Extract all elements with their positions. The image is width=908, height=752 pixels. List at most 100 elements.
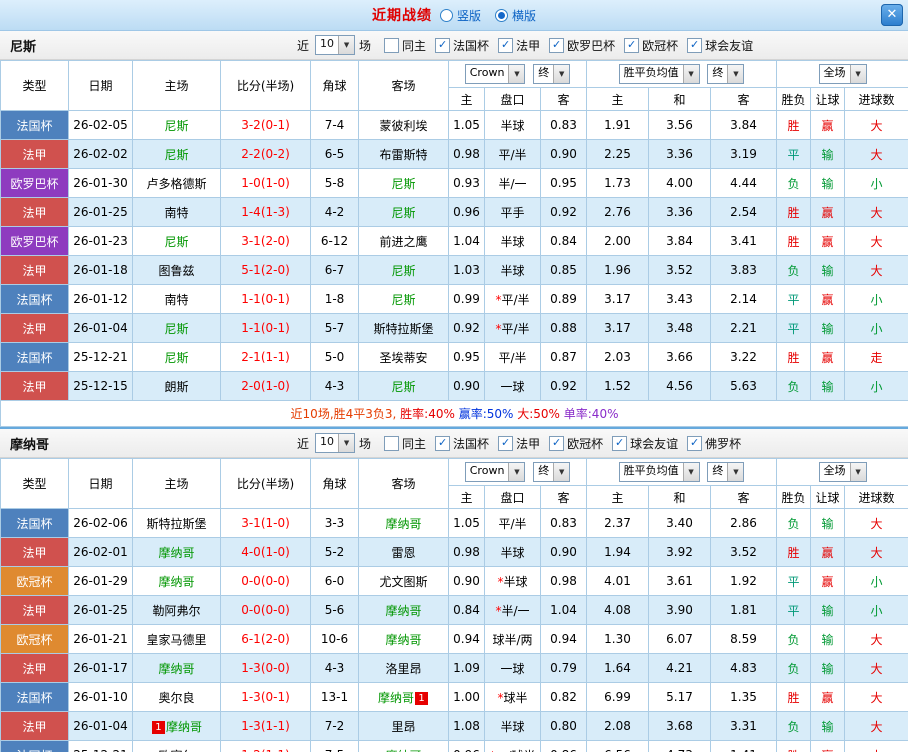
handicap-cell: 平/半 (484, 508, 541, 538)
filter-checkbox-欧冠杯[interactable]: ✓ 欧冠杯 (549, 435, 603, 452)
goals-result-cell: 大 (844, 110, 908, 140)
scope-select[interactable]: 全场 ▼ (818, 462, 867, 482)
bookmaker-select[interactable]: Crown ▼ (464, 64, 526, 84)
filter-checkbox-label: 球会友谊 (705, 38, 754, 53)
home-team-cell: 摩纳哥 (132, 653, 221, 683)
odds-final-select[interactable]: 终 ▼ (533, 462, 571, 482)
filter-checkbox-同主[interactable]: 同主 (384, 37, 426, 54)
sub-header: 客 (539, 87, 588, 111)
date-cell: 26-02-06 (68, 508, 133, 538)
col-header-away: 客场 (358, 60, 449, 111)
competition-cell: 欧冠杯 (0, 624, 69, 654)
filter-checkbox-同主[interactable]: 同主 (384, 435, 426, 452)
avg-header-cell: 胜平负均值 ▼ 终 ▼ (586, 458, 778, 486)
filter-checkbox-球会友谊[interactable]: ✓ 球会友谊 (687, 37, 753, 54)
goals-result-cell: 大 (844, 740, 908, 752)
avg-home-cell: 2.25 (586, 139, 650, 169)
score-cell: 3-2(0-1) (220, 110, 311, 140)
match-row: 法甲 26-01-17 摩纳哥 1-3(0-0) 4-3 洛里昂 1.09 一球 0.79 1.6… (0, 653, 908, 683)
date-cell: 26-01-30 (68, 168, 133, 198)
date-cell: 26-02-05 (68, 110, 133, 140)
team-label: 洛里昂 (385, 661, 422, 676)
home-team-cell: 尼斯 (132, 139, 221, 169)
filter-checkbox-法国杯[interactable]: ✓ 法国杯 (435, 435, 489, 452)
score-cell: 2-1(1-1) (220, 342, 311, 372)
filter-checkbox-法甲[interactable]: ✓ 法甲 (498, 37, 540, 54)
filter-checkbox-label: 法国杯 (453, 38, 490, 53)
asterisk-mark: * (495, 321, 502, 336)
result-cell: 胜 (776, 342, 812, 372)
odds-header-cell: Crown ▼ 终 ▼ (447, 458, 588, 486)
away-team-cell: 摩纳哥 (358, 595, 449, 625)
avg-draw-cell: 3.48 (648, 313, 712, 343)
team-label: 南特 (164, 205, 189, 220)
handicap-cell: 一球 (484, 371, 541, 401)
filter-checkbox-法甲[interactable]: ✓ 法甲 (498, 435, 540, 452)
avg-away-cell: 3.83 (710, 255, 778, 285)
avg-select[interactable]: 胜平负均值 ▼ (618, 462, 700, 482)
filter-checkbox-欧罗巴杯[interactable]: ✓ 欧罗巴杯 (549, 37, 615, 54)
sub-header: 主 (586, 87, 650, 111)
handicap-result-cell: 赢 (810, 682, 846, 712)
layout-radio-vertical[interactable]: 竖版 (439, 7, 481, 24)
close-button[interactable]: ✕ (881, 4, 903, 26)
avg-home-cell: 6.56 (586, 740, 650, 752)
score-cell: 4-0(1-0) (220, 537, 311, 567)
team-label: 摩纳哥 (158, 545, 195, 560)
result-cell: 胜 (776, 110, 812, 140)
avg-home-cell: 4.01 (586, 566, 650, 596)
odds-final-select[interactable]: 终 ▼ (533, 64, 571, 84)
filter-checkbox-球会友谊[interactable]: ✓ 球会友谊 (612, 435, 678, 452)
checkbox-checked-icon: ✓ (549, 435, 565, 451)
layout-radio-horizontal[interactable]: 横版 (495, 7, 536, 24)
result-cell: 胜 (776, 682, 812, 712)
filter-checkbox-佛罗杯[interactable]: ✓ 佛罗杯 (687, 435, 741, 452)
avg-final-select[interactable]: 终 ▼ (707, 64, 745, 84)
handicap-cell: 半/一 (484, 168, 541, 198)
sub-header: 盘口 (484, 485, 541, 509)
avg-draw-cell: 5.17 (648, 682, 712, 712)
goals-result-cell: 大 (844, 537, 908, 567)
result-cell: 平 (776, 284, 812, 314)
match-row: 法国杯25-12-21 欧塞尔 1-2(1-1)7-5 摩纳哥 0.96*一/球半0.8… (0, 740, 908, 752)
competition-cell: 法甲 (0, 537, 69, 567)
avg-home-cell: 1.73 (586, 168, 650, 198)
odds-away-cell: 0.89 (539, 284, 588, 314)
date-cell: 25-12-15 (68, 371, 133, 401)
avg-home-cell: 2.00 (586, 226, 650, 256)
score-cell: 3-1(2-0) (220, 226, 311, 256)
goals-result-cell: 小 (844, 313, 908, 343)
avg-draw-cell: 3.68 (648, 711, 712, 741)
avg-final-select[interactable]: 终 ▼ (707, 462, 745, 482)
avg-home-cell: 3.17 (586, 284, 650, 314)
filter-checkbox-label: 法国杯 (453, 436, 490, 451)
date-cell: 26-01-23 (68, 226, 133, 256)
avg-draw-cell: 3.61 (648, 566, 712, 596)
handicap-cell: *球半 (484, 682, 541, 712)
date-cell: 26-02-02 (68, 139, 133, 169)
match-count-select[interactable]: 10 ▼ (315, 433, 356, 453)
bookmaker-select[interactable]: Crown ▼ (464, 462, 526, 482)
scope-select[interactable]: 全场 ▼ (818, 64, 867, 84)
away-team-cell: 尤文图斯 (358, 566, 449, 596)
handicap-cell: *平/半 (484, 313, 541, 343)
team-label: 布雷斯特 (379, 147, 428, 162)
summary-cell: 近10场,胜4平3负3, 胜率:40% 赢率:50% 大:50% 单率:40% (0, 400, 908, 427)
competition-cell: 欧冠杯 (0, 566, 69, 596)
corner-cell: 13-1 (310, 682, 359, 712)
home-team-cell: 尼斯 (132, 110, 221, 140)
goals-result-cell: 小 (844, 566, 908, 596)
filter-checkbox-欧冠杯[interactable]: ✓ 欧冠杯 (624, 37, 678, 54)
competition-cell: 欧罗巴杯 (0, 226, 69, 256)
filter-checkbox-法国杯[interactable]: ✓ 法国杯 (435, 37, 489, 54)
games-label: 场 (359, 436, 372, 451)
score-cell: 0-0(0-0) (220, 566, 311, 596)
avg-select[interactable]: 胜平负均值 ▼ (618, 64, 700, 84)
asterisk-mark: * (495, 292, 502, 307)
match-count-select[interactable]: 10 ▼ (315, 35, 356, 55)
avg-away-cell: 2.54 (710, 197, 778, 227)
odds-home-cell: 1.03 (448, 255, 485, 285)
score-cell: 2-0(1-0) (220, 371, 311, 401)
handicap-cell: 半球 (484, 255, 541, 285)
handicap-cell: 球半/两 (484, 624, 541, 654)
